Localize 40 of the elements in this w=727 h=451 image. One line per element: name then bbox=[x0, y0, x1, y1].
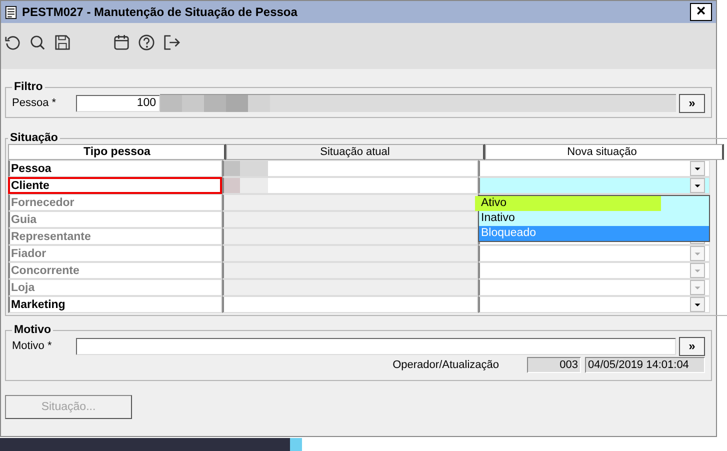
lookup-button[interactable]: » bbox=[679, 336, 705, 356]
lookup-button[interactable]: » bbox=[679, 94, 705, 112]
dropdown-field[interactable] bbox=[478, 245, 710, 262]
calendar-icon[interactable] bbox=[113, 34, 130, 50]
dropdown-option[interactable]: Inativo bbox=[479, 211, 709, 226]
dropdown-field[interactable] bbox=[478, 160, 710, 177]
window-title: PESTM027 - Manutenção de Situação de Pessoa bbox=[22, 5, 298, 19]
group-title: Situação bbox=[9, 132, 59, 144]
field-label: Pessoa * bbox=[12, 97, 58, 109]
table-cell[interactable]: Cliente bbox=[8, 177, 222, 194]
info-label: Operador/Atualização bbox=[392, 359, 499, 371]
group-title: Filtro bbox=[13, 81, 44, 93]
operator-field: 003 bbox=[527, 357, 581, 373]
table-cell[interactable]: Fornecedor bbox=[8, 194, 222, 211]
motivo-field[interactable] bbox=[76, 338, 676, 354]
dropdown-field[interactable] bbox=[478, 262, 710, 279]
dropdown-field[interactable] bbox=[478, 177, 710, 194]
dropdown-field[interactable] bbox=[478, 296, 710, 313]
table-cell[interactable]: Loja bbox=[8, 279, 222, 296]
table-cell[interactable]: Guia bbox=[8, 211, 222, 228]
column-header: Situação atual bbox=[226, 144, 485, 160]
exit-icon[interactable] bbox=[163, 34, 180, 50]
save-icon[interactable] bbox=[54, 34, 71, 50]
table-cell[interactable]: Representante bbox=[8, 228, 222, 245]
document-icon bbox=[5, 4, 17, 20]
pessoa-field[interactable]: 100 bbox=[76, 94, 160, 112]
table-cell[interactable]: Fiador bbox=[8, 245, 222, 262]
table-cell[interactable]: Pessoa bbox=[8, 160, 222, 177]
table-cell[interactable]: Concorrente bbox=[8, 262, 222, 279]
help-icon[interactable] bbox=[138, 34, 155, 50]
date-field: 04/05/2019 14:01:04 bbox=[585, 357, 705, 373]
column-header: Nova situação bbox=[485, 144, 724, 160]
undo-icon[interactable] bbox=[4, 34, 21, 50]
dropdown-field[interactable] bbox=[478, 279, 710, 296]
column-header: Tipo pessoa bbox=[8, 144, 226, 160]
field-label: Motivo * bbox=[12, 340, 53, 352]
group-title: Motivo bbox=[13, 324, 52, 336]
table-cell[interactable]: Marketing bbox=[8, 296, 222, 313]
close-button[interactable]: × bbox=[690, 3, 712, 21]
search-icon[interactable] bbox=[29, 34, 46, 50]
